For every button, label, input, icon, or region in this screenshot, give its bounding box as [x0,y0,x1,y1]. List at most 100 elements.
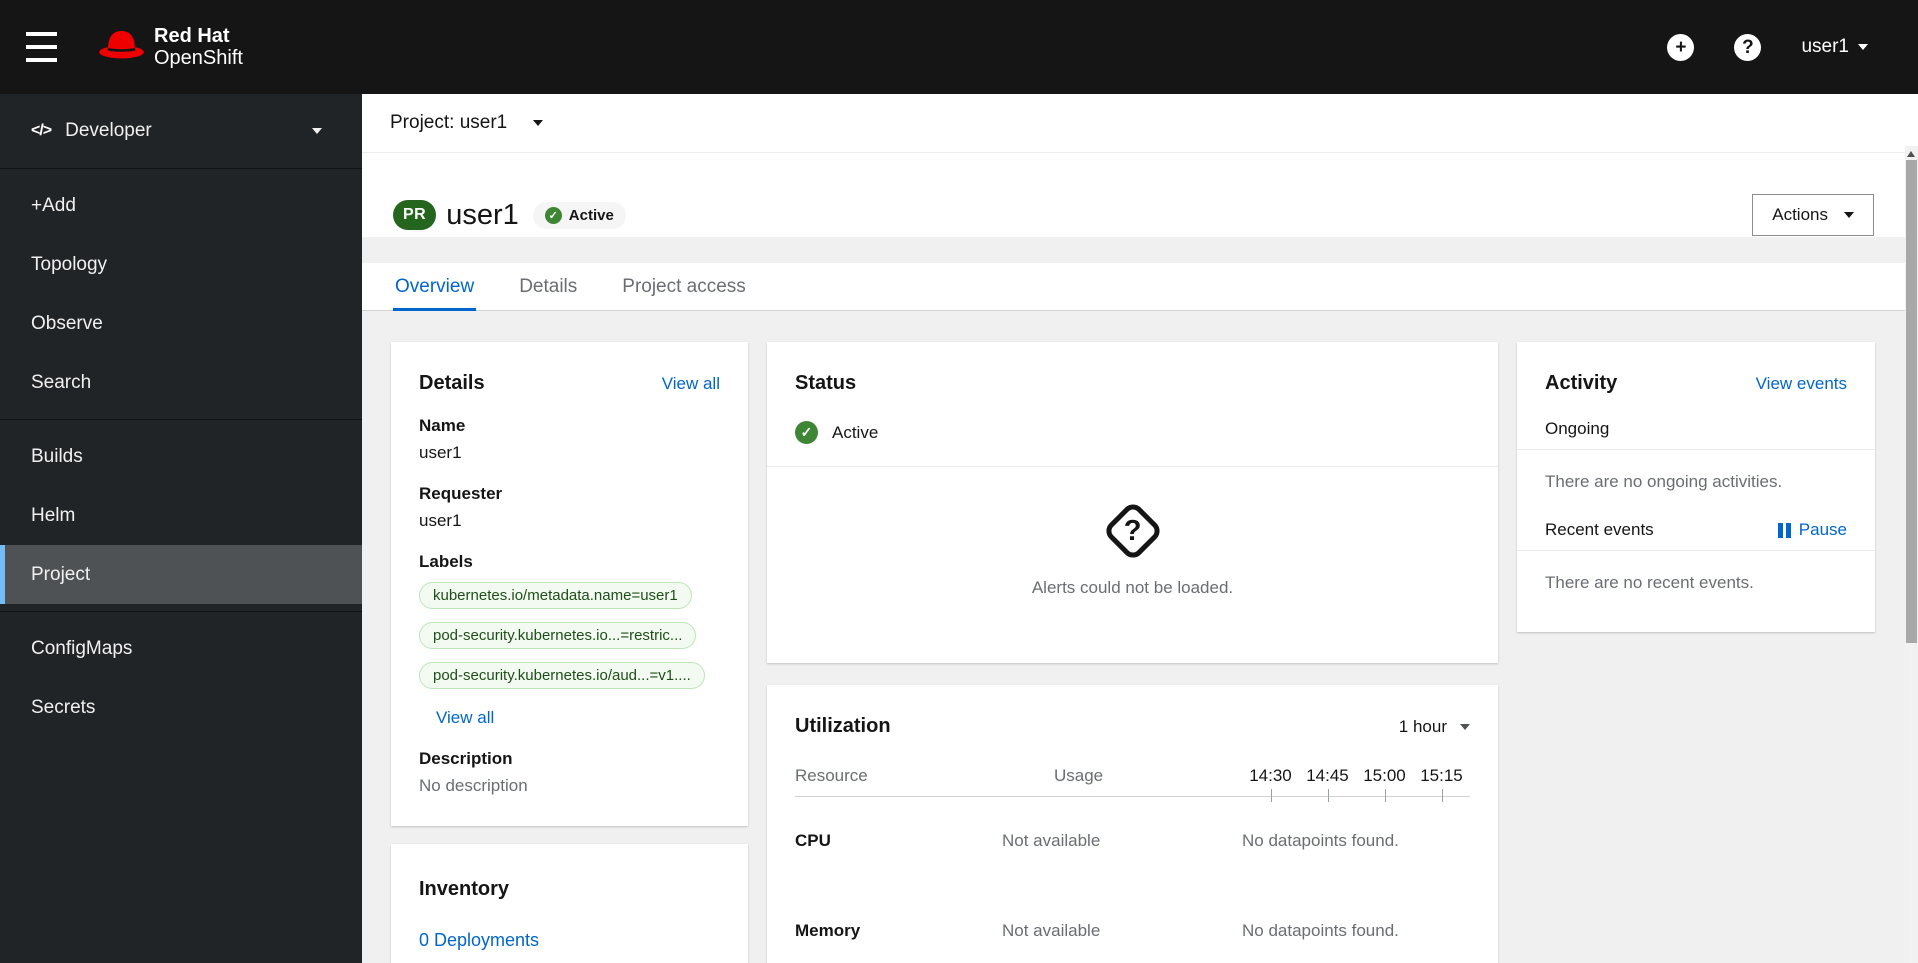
check-circle-icon: ✓ [795,421,818,444]
nav-group-3: ConfigMaps Secrets [0,611,362,744]
sidebar-item-search[interactable]: Search [0,353,362,412]
sidebar-nav: </> Developer +Add Topology Observe Sear… [0,94,362,963]
code-icon: </> [31,122,52,139]
redhat-hat-icon [98,28,145,67]
pause-events-button[interactable]: Pause [1777,520,1847,540]
main-content: Project: user1 PR user1 ✓ Active Actions… [362,94,1918,963]
description-value: No description [419,776,528,795]
ongoing-empty-message: There are no ongoing activities. [1545,472,1783,491]
name-label: Name [419,416,466,435]
alerts-empty-state: ? Alerts could not be loaded. [795,467,1470,598]
sidebar-item-project[interactable]: Project [0,545,362,604]
project-resource-badge: PR [393,200,437,230]
duration-dropdown[interactable]: 1 hour [1399,717,1470,737]
sidebar-item-topology[interactable]: Topology [0,235,362,294]
plus-circle-icon[interactable]: + [1667,33,1695,61]
details-view-all-link[interactable]: View all [662,374,720,394]
alerts-message: Alerts could not be loaded. [1031,578,1234,597]
utilization-card-title: Utilization [795,715,891,737]
activity-card: Activity View events Ongoing There are n… [1517,342,1875,632]
resource-column-header: Resource [795,766,868,785]
utilization-row-cpu: CPU Not available No datapoints found. [795,797,1470,851]
project-selector-label: Project: user1 [390,112,508,133]
masthead: Red Hat OpenShift + ? user1 [0,0,1918,94]
description-label: Description [419,749,513,768]
name-value: user1 [419,443,462,462]
logo-text-line2: OpenShift [154,47,243,69]
logo-text-line1: Red Hat [154,25,230,47]
tab-overview[interactable]: Overview [393,263,477,311]
actions-dropdown-button[interactable]: Actions [1752,194,1874,236]
chevron-down-icon [1858,44,1868,50]
ongoing-label: Ongoing [1545,419,1610,438]
divider [1517,550,1875,551]
inventory-card: Inventory 0 Deployments [391,844,748,963]
usage-column-header: Usage [1054,766,1104,785]
labels-view-all-link[interactable]: View all [436,708,494,728]
scroll-up-arrow-icon[interactable] [1907,151,1915,157]
inventory-card-title: Inventory [419,878,510,900]
user-menu-toggle[interactable]: user1 [1801,36,1868,58]
time-axis: 14:30 14:45 15:00 15:15 [1242,766,1470,802]
perspective-switcher[interactable]: </> Developer [0,94,362,169]
time-tick-label: 15:00 [1356,766,1413,802]
time-tick-label: 14:30 [1242,766,1299,802]
help-question-icon[interactable]: ? [1734,33,1762,61]
tab-project-access[interactable]: Project access [620,263,748,311]
view-events-link[interactable]: View events [1756,374,1847,394]
label-chip[interactable]: pod-security.kubernetes.io/aud...=v1.... [419,662,705,689]
requester-label: Requester [419,484,503,503]
sidebar-item-configmaps[interactable]: ConfigMaps [0,619,362,678]
scrollbar-thumb[interactable] [1906,160,1917,643]
chevron-down-icon [1460,723,1470,730]
status-active-label: Active [832,422,879,442]
project-bar: Project: user1 [362,94,1918,153]
nav-group-1: +Add Topology Observe Search [0,169,362,419]
nav-toggle-hamburger-icon[interactable] [22,30,62,64]
chevron-down-icon [533,120,544,126]
pause-label: Pause [1798,520,1847,539]
utilization-row-memory: Memory Not available No datapoints found… [795,851,1470,941]
page-header: PR user1 ✓ Active Actions [362,153,1918,237]
status-card: Status ✓ Active ? Alerts could not be lo… [767,342,1498,663]
details-card-title: Details [419,372,485,394]
divider [1517,449,1875,450]
left-column: Details View all Name user1 Requester us… [391,342,748,963]
label-chip[interactable]: pod-security.kubernetes.io...=restric... [419,622,697,649]
username: user1 [1801,36,1849,57]
chevron-down-icon [1844,212,1854,218]
vertical-scrollbar[interactable] [1905,146,1918,963]
labels-label: Labels [419,552,473,571]
details-card: Details View all Name user1 Requester us… [391,342,748,826]
page-title: user1 [446,198,519,231]
chevron-down-icon [312,128,322,134]
label-chip[interactable]: kubernetes.io/metadata.name=user1 [419,582,692,609]
deployments-count-link[interactable]: 0 Deployments [419,930,539,951]
actions-label: Actions [1772,205,1828,224]
unknown-status-icon: ? [1101,499,1164,563]
memory-label: Memory [795,921,861,940]
cpu-usage-value: Not available [1002,831,1101,850]
cpu-label: CPU [795,831,831,850]
right-column: Activity View events Ongoing There are n… [1517,342,1875,632]
tab-bar: Overview Details Project access [362,263,1918,311]
utilization-axis-row: Resource Usage 14:30 14:45 15:00 15:15 [795,766,1470,802]
requester-value: user1 [419,511,462,530]
time-tick-label: 14:45 [1299,766,1356,802]
sidebar-item-observe[interactable]: Observe [0,294,362,353]
status-card-title: Status [795,372,857,394]
redhat-openshift-logo: Red Hat OpenShift [98,25,243,69]
sidebar-item-secrets[interactable]: Secrets [0,678,362,737]
status-badge: ✓ Active [532,201,626,229]
perspective-label: Developer [65,120,152,141]
sidebar-item-builds[interactable]: Builds [0,427,362,486]
status-badge-label: Active [568,206,614,224]
cpu-graph-empty: No datapoints found. [1242,831,1399,850]
sidebar-item-helm[interactable]: Helm [0,486,362,545]
tab-details[interactable]: Details [517,263,579,311]
activity-card-title: Activity [1545,372,1618,394]
sidebar-item-add[interactable]: +Add [0,176,362,235]
nav-group-2: Builds Helm Project [0,419,362,611]
pause-icon [1777,522,1791,538]
project-selector-dropdown[interactable]: Project: user1 [390,112,544,134]
